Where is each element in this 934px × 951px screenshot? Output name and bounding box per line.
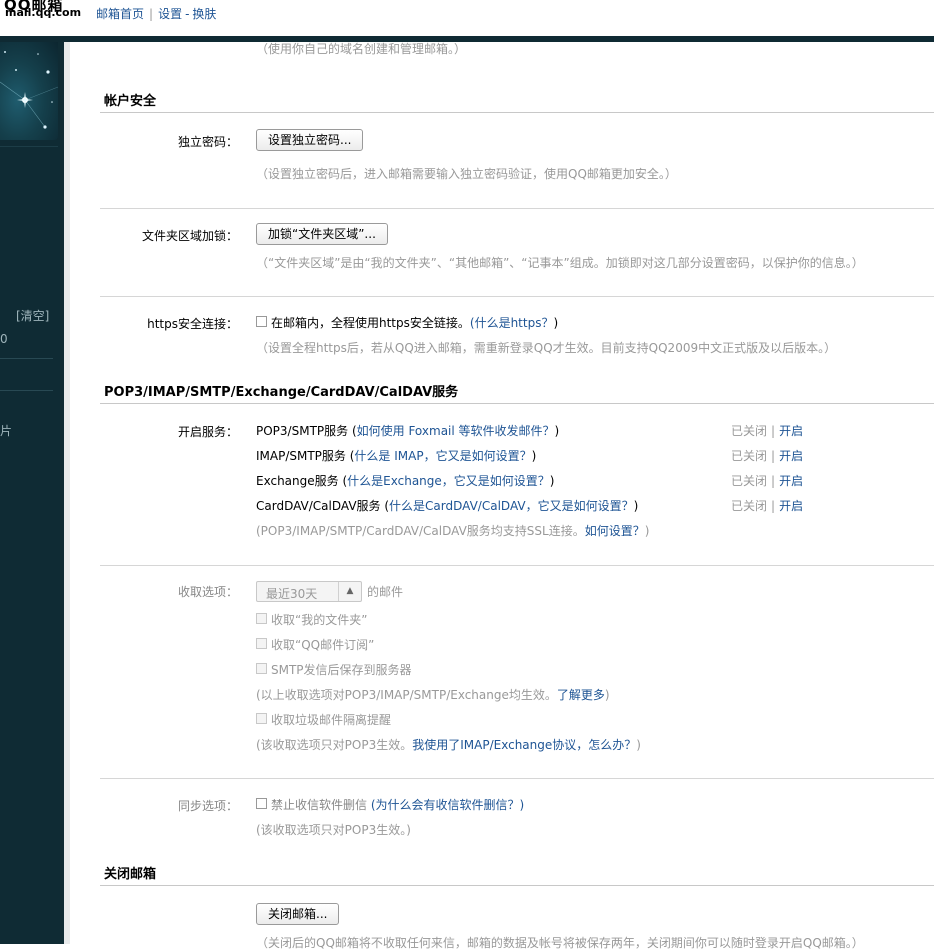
close-mailbox-hint: （关闭后的QQ邮箱将不收取任何来信，邮箱的数据及帐号将被保存两年，关闭期间你可以… — [256, 936, 864, 950]
independent-password-label: 独立密码： — [177, 135, 238, 149]
service-pop3-smtp: POP3/SMTP服务 (如何使用 Foxmail 等软件收发邮件？) — [256, 424, 560, 438]
skin-starfield-image — [0, 42, 58, 140]
receive-my-folders-label: 收取“我的文件夹” — [271, 613, 368, 627]
top-bar: QQ邮箱 mail.qq.com 邮箱首页 | 设置 - 换肤 — [0, 0, 934, 36]
set-independent-password-button[interactable]: 设置独立密码... — [256, 129, 364, 151]
why-client-delete-link[interactable]: (为什么会有收信软件删信？) — [371, 798, 524, 812]
service-status: 已关闭 | 开启 — [731, 449, 804, 463]
service-help-link[interactable]: 什么是 IMAP，它又是如何设置？ — [354, 449, 531, 463]
independent-password-hint: （设置独立密码后，进入邮箱需要输入独立密码验证，使用QQ邮箱更加安全。） — [256, 167, 677, 181]
service-help-link[interactable]: 什么是Exchange，它又是如何设置？ — [347, 474, 550, 488]
section-title-services: POP3/IMAP/SMTP/Exchange/CardDAV/CalDAV服务 — [104, 385, 459, 400]
pop3-only-note: (该收取选项只对POP3生效。我使用了IMAP/Exchange协议，怎么办？) — [256, 738, 641, 752]
https-hint: （设置全程https后，若从QQ进入邮箱，需重新登录QQ才生效。目前支持QQ20… — [256, 341, 837, 355]
receive-subscriptions-label: 收取“QQ邮件订阅” — [271, 638, 375, 652]
service-exchange: Exchange服务 (什么是Exchange，它又是如何设置？) — [256, 474, 555, 488]
close-mailbox-button[interactable]: 关闭邮箱... — [256, 903, 340, 925]
block-client-delete-option: 禁止收信软件删信 (为什么会有收信软件删信？) — [271, 798, 525, 812]
folder-lock-label: 文件夹区域加锁： — [141, 229, 238, 243]
select-suffix: 的邮件 — [367, 585, 404, 599]
service-status: 已关闭 | 开启 — [731, 499, 804, 513]
enable-services-label: 开启服务： — [177, 425, 238, 439]
top-nav: 邮箱首页 | 设置 - 换肤 — [96, 7, 217, 21]
updown-arrows-icon: ▲ — [338, 582, 361, 601]
imap-exchange-help-link[interactable]: 我使用了IMAP/Exchange协议，怎么办？ — [412, 738, 636, 752]
service-help-link[interactable]: 如何使用 Foxmail 等软件收发邮件？ — [357, 424, 555, 438]
ssl-hint: (POP3/IMAP/SMTP/CardDAV/CalDAV服务均支持SSL连接… — [256, 524, 650, 538]
sidebar: [清空] 0 片 — [0, 42, 64, 944]
sidebar-fragment: 片 — [0, 424, 13, 438]
enable-service-link[interactable]: 开启 — [779, 474, 803, 488]
folder-lock-hint: （“文件夹区域”是由“我的文件夹”、“其他邮箱”、“记事本”组成。加锁即对这几部… — [256, 256, 864, 270]
service-status: 已关闭 | 开启 — [731, 474, 804, 488]
block-client-delete-checkbox[interactable] — [256, 798, 267, 809]
receive-spam-checkbox[interactable] — [256, 713, 267, 724]
service-status: 已关闭 | 开启 — [731, 424, 804, 438]
section-title-close-mailbox: 关闭邮箱 — [104, 867, 157, 882]
logo-domain: mail.qq.com — [5, 6, 82, 19]
receive-range-select[interactable]: 最近30天 ▲ — [256, 581, 362, 602]
smtp-save-checkbox[interactable] — [256, 663, 267, 674]
what-is-https-link[interactable]: 什么是https？ — [475, 316, 554, 330]
https-option: 在邮箱内，全程使用https安全链接。(什么是https？) — [271, 316, 559, 330]
nav-skin-link[interactable]: 换肤 — [192, 7, 216, 21]
receive-spam-label: 收取垃圾邮件隔离提醒 — [271, 713, 392, 727]
receive-options-note: (以上收取选项对POP3/IMAP/SMTP/Exchange均生效。了解更多) — [256, 688, 610, 702]
enable-service-link[interactable]: 开启 — [779, 424, 803, 438]
section-title-account-security: 帐户安全 — [104, 94, 157, 109]
sidebar-fragment: 0 — [0, 332, 8, 346]
nav-home-link[interactable]: 邮箱首页 — [96, 7, 144, 21]
enable-service-link[interactable]: 开启 — [779, 499, 803, 513]
sidebar-clear-link[interactable]: [清空] — [16, 307, 49, 324]
learn-more-link[interactable]: 了解更多 — [557, 688, 605, 702]
how-to-set-link[interactable]: 如何设置？ — [585, 524, 645, 538]
nav-settings-link[interactable]: 设置 — [158, 7, 182, 21]
https-checkbox[interactable] — [256, 316, 267, 327]
https-label: https安全连接： — [147, 317, 238, 331]
service-help-link[interactable]: 什么是CardDAV/CalDAV，它又是如何设置？ — [389, 499, 634, 513]
receive-subscriptions-checkbox[interactable] — [256, 638, 267, 649]
domain-hint: （使用你自己的域名创建和管理邮箱。） — [256, 42, 467, 56]
receive-options-label: 收取选项： — [177, 585, 238, 599]
receive-my-folders-checkbox[interactable] — [256, 613, 267, 624]
service-imap-smtp: IMAP/SMTP服务 (什么是 IMAP，它又是如何设置？) — [256, 449, 537, 463]
sync-options-label: 同步选项： — [177, 799, 238, 813]
sync-hint: (该收取选项只对POP3生效。) — [256, 823, 411, 837]
lock-folder-area-button[interactable]: 加锁“文件夹区域”... — [256, 223, 388, 245]
enable-service-link[interactable]: 开启 — [779, 449, 803, 463]
service-carddav-caldav: CardDAV/CalDAV服务 (什么是CardDAV/CalDAV，它又是如… — [256, 499, 639, 513]
smtp-save-label: SMTP发信后保存到服务器 — [271, 663, 412, 677]
